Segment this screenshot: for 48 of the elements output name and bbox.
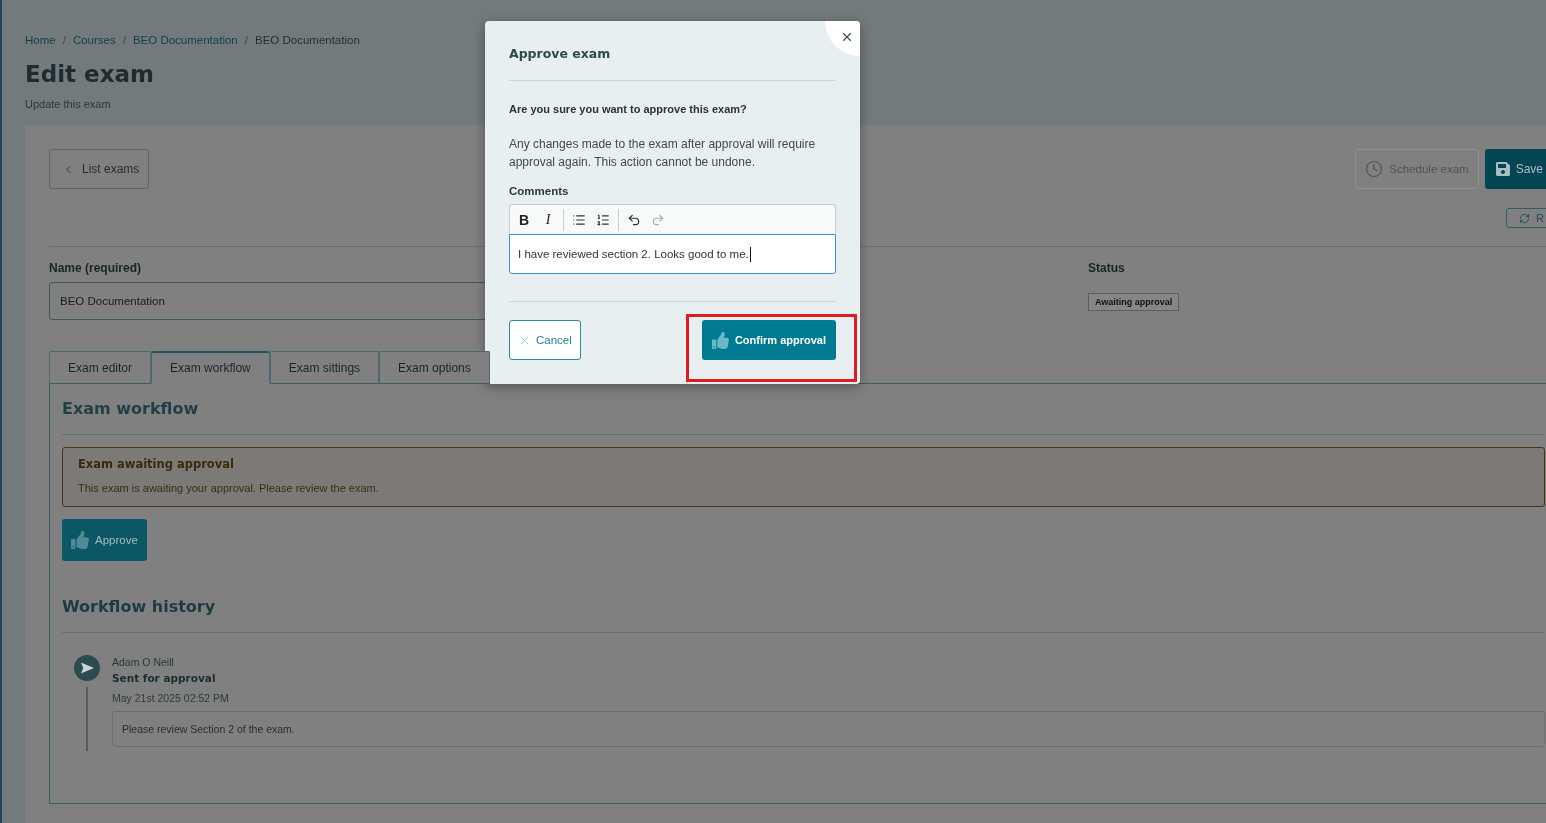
italic-button[interactable]: I [536,207,560,232]
dialog-title: Approve exam [509,45,611,63]
tab[interactable]: Exam workflow [151,351,270,384]
section-heading: Exam workflow [62,398,199,420]
page-title: Edit exam [25,60,154,89]
history-action: Sent for approval [112,671,216,686]
send-icon [74,655,100,681]
dialog-question: Are you sure you want to approve this exam? [509,102,747,117]
history-comment: Please review Section 2 of the exam. [112,711,1545,747]
field-label: Name (required) [49,260,142,276]
refresh-button[interactable]: R [1506,208,1546,228]
numbered-list-icon[interactable] [596,212,610,227]
tab[interactable]: Exam sittings [269,351,380,384]
history-author: Adam O Neill [112,655,174,669]
bullet-list-icon[interactable] [572,212,586,227]
page-subtitle: Update this exam [25,97,111,111]
approve-button[interactable]: Approve [62,519,147,561]
bold-button[interactable]: B [512,207,536,232]
thumbs-up-icon [71,531,89,549]
breadcrumb-link[interactable]: Courses [72,32,116,48]
section-heading: Workflow history [62,596,216,618]
breadcrumb-link[interactable]: Home [25,32,56,48]
save-icon [1494,161,1511,177]
alert-title: Exam awaiting approval [78,456,234,473]
breadcrumb-link[interactable]: BEO Documentation [132,32,238,48]
refresh-icon [1519,212,1531,224]
clock-icon [1365,160,1384,178]
undo-icon[interactable] [627,212,641,227]
breadcrumb-separator: / [62,33,66,48]
comment-field[interactable]: I have reviewed section 2. Looks good to me. [509,234,836,274]
text-cursor [749,246,751,262]
dialog-message: Any changes made to the exam after approval will require approval again. This action cannot be undone. [509,136,817,171]
breadcrumb-separator: / [122,33,126,48]
thumbs-up-icon [711,331,729,349]
breadcrumb-separator: / [244,33,248,48]
alert-message: This exam is awaiting your approval. Please review the exam. [78,481,379,495]
list-exams-button[interactable]: List exams [49,149,150,189]
status-badge: Awaiting approval [1088,293,1180,311]
timeline-line [86,687,88,751]
tab[interactable]: Exam options [379,351,490,384]
comments-label: Comments [509,184,569,199]
tab[interactable]: Exam editor [49,351,152,384]
field-label: Status [1088,260,1125,276]
save-button[interactable]: Save [1484,149,1546,189]
confirm-approval-button[interactable]: Confirm approval [701,320,836,360]
history-date: May 21st 2025 02:52 PM [112,691,229,705]
cancel-button[interactable]: Cancel [509,320,581,360]
current-page-name: BEO Documentation [254,33,360,48]
